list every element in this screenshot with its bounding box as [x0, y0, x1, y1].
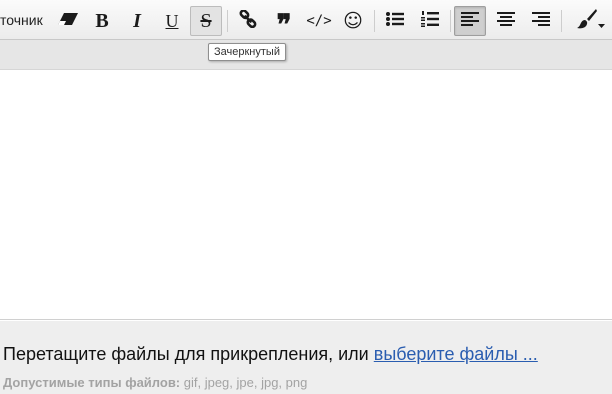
align-center-button[interactable] — [490, 6, 522, 36]
smiley-icon: ☺ — [343, 10, 363, 32]
link-button[interactable] — [232, 6, 264, 36]
underline-icon: U — [165, 10, 179, 31]
align-center-icon — [497, 11, 515, 31]
align-right-icon — [532, 11, 550, 31]
strikethrough-button[interactable]: S — [190, 6, 222, 36]
smilies-button[interactable]: ☺ — [337, 6, 369, 36]
bullet-list-icon — [386, 11, 404, 31]
allowed-types-label: Допустимые типы файлов: — [3, 375, 181, 390]
toolbar-separator — [227, 10, 228, 32]
toolbar-separator — [561, 10, 562, 32]
align-left-icon — [461, 11, 479, 31]
editor-text-area[interactable] — [0, 70, 612, 320]
underline-button[interactable]: U — [156, 6, 188, 36]
eraser-icon — [57, 12, 79, 31]
code-icon: </> — [306, 13, 332, 29]
quote-icon: ❞ — [276, 10, 292, 41]
toolbar-strip — [0, 40, 612, 70]
strikethrough-icon: S — [200, 9, 212, 32]
editor-toolbar: точник B I U S ❞ </> ☺ — [0, 0, 612, 40]
source-mode-button[interactable]: точник — [0, 12, 43, 28]
quote-button[interactable]: ❞ — [268, 6, 300, 40]
numbered-list-button[interactable] — [414, 6, 446, 36]
bold-button[interactable]: B — [86, 6, 118, 36]
strikethrough-tooltip: Зачеркнутый — [208, 43, 286, 61]
attachment-dropzone[interactable]: Перетащите файлы для прикрепления, или в… — [0, 321, 612, 394]
toolbar-separator — [374, 10, 375, 32]
align-left-button[interactable] — [454, 6, 486, 36]
italic-icon: I — [133, 9, 141, 32]
dropzone-line: Перетащите файлы для прикрепления, или в… — [3, 344, 538, 365]
numbered-list-icon — [421, 10, 439, 32]
choose-files-link[interactable]: выберите файлы ... — [374, 344, 538, 364]
allowed-file-types: Допустимые типы файлов: gif, jpeg, jpe, … — [3, 375, 307, 390]
chevron-down-icon — [598, 15, 605, 33]
align-right-button[interactable] — [525, 6, 557, 36]
italic-button[interactable]: I — [121, 6, 153, 36]
drop-instructions: Перетащите файлы для прикрепления, или — [3, 344, 374, 364]
link-icon — [239, 8, 257, 33]
toolbar-separator — [450, 10, 451, 32]
allowed-types-list: gif, jpeg, jpe, jpg, png — [180, 375, 308, 390]
code-button[interactable]: </> — [303, 6, 335, 36]
bold-icon: B — [95, 9, 109, 32]
bulleted-list-button[interactable] — [379, 6, 411, 36]
brush-icon — [576, 8, 598, 35]
remove-format-button[interactable] — [52, 6, 84, 36]
text-color-button[interactable] — [566, 6, 608, 36]
